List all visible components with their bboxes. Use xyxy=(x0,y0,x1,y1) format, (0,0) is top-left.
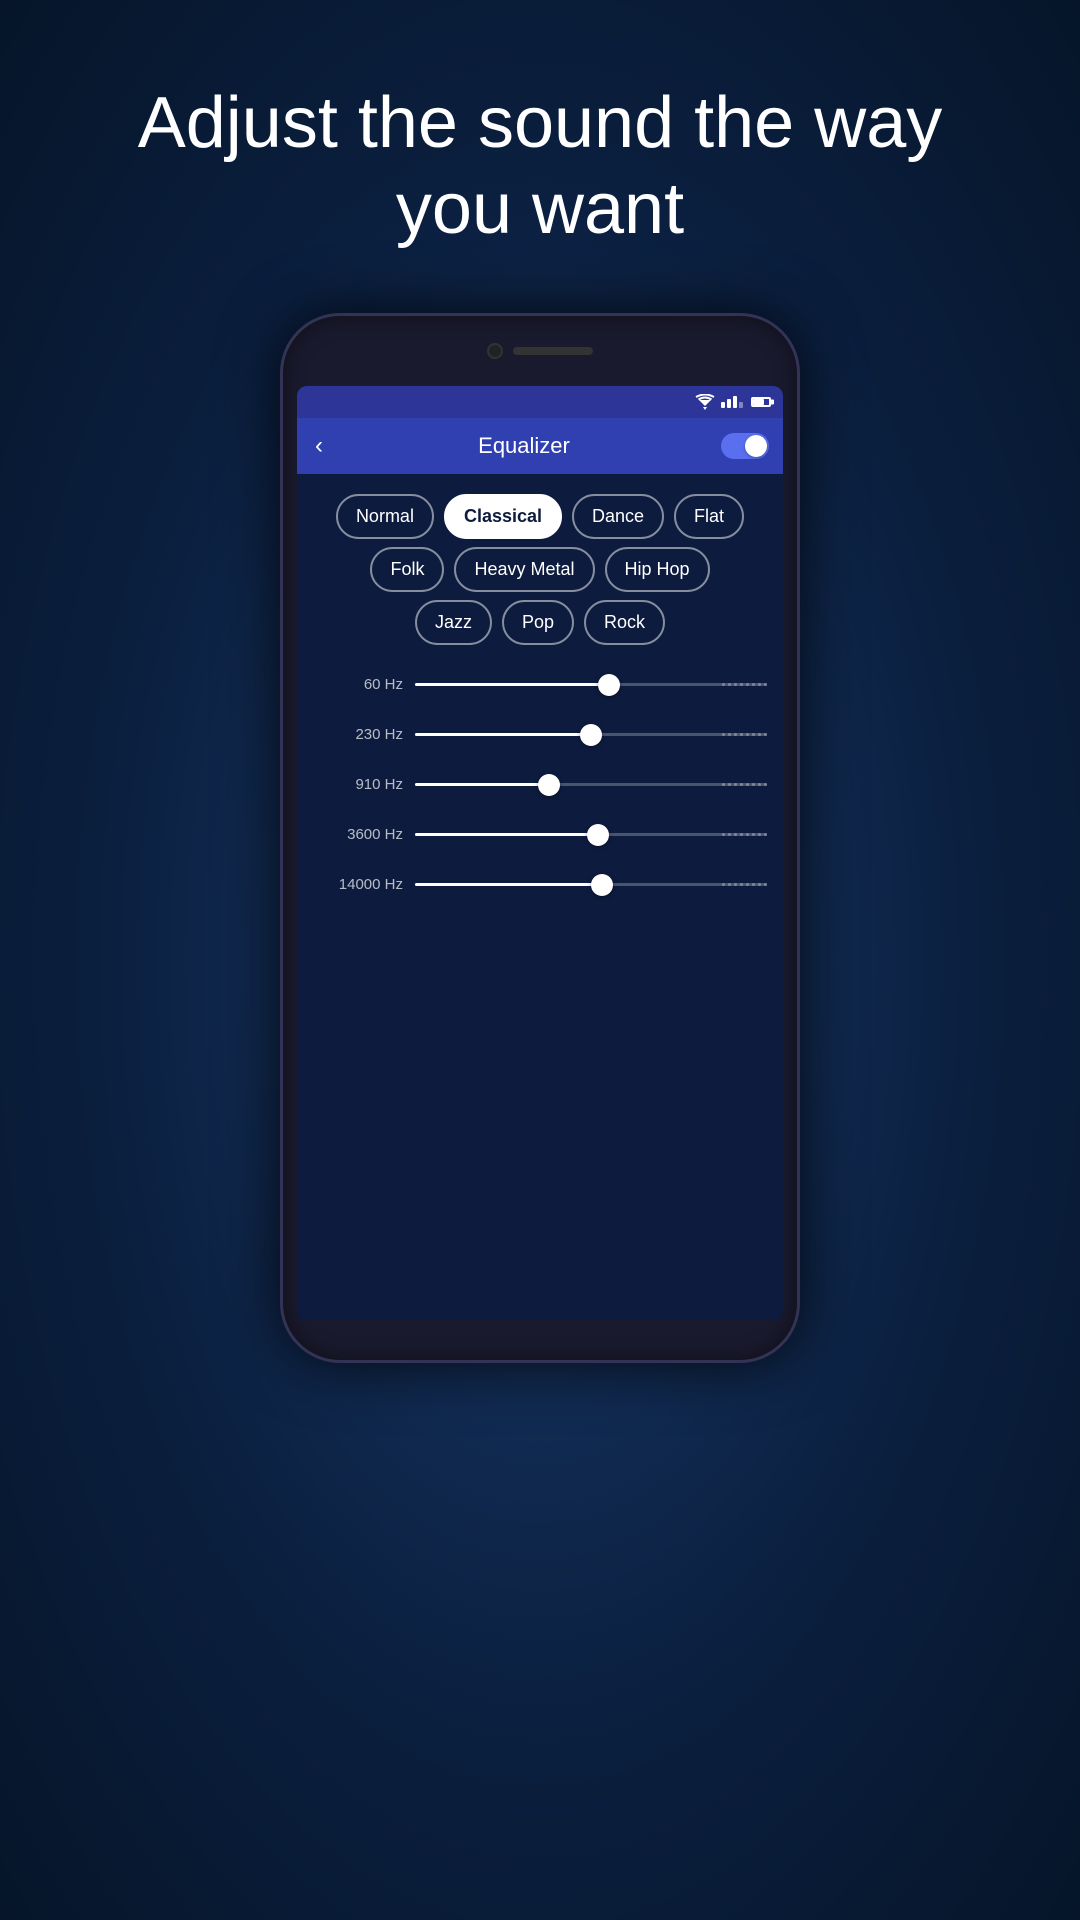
slider-label-14000hz: 14000 Hz xyxy=(313,876,403,893)
preset-jazz[interactable]: Jazz xyxy=(415,600,492,645)
phone-mockup: ‹ Equalizer Normal Classical Dance Flat … xyxy=(280,313,800,1363)
slider-dots xyxy=(722,833,767,836)
slider-filled xyxy=(415,683,609,686)
slider-910hz[interactable] xyxy=(415,775,767,795)
headline-line2: you want xyxy=(396,169,684,249)
slider-thumb[interactable] xyxy=(538,774,560,796)
slider-60hz[interactable] xyxy=(415,675,767,695)
slider-dots xyxy=(722,883,767,886)
app-title: Equalizer xyxy=(327,433,721,459)
phone-outer: ‹ Equalizer Normal Classical Dance Flat … xyxy=(280,313,800,1363)
speaker-grille xyxy=(513,347,593,355)
preset-heavy-metal[interactable]: Heavy Metal xyxy=(454,547,594,592)
preset-folk[interactable]: Folk xyxy=(370,547,444,592)
slider-label-3600hz: 3600 Hz xyxy=(313,826,403,843)
slider-thumb[interactable] xyxy=(591,874,613,896)
slider-filled xyxy=(415,883,602,886)
slider-dots xyxy=(722,733,767,736)
preset-dance[interactable]: Dance xyxy=(572,494,664,539)
slider-row-910hz: 910 Hz xyxy=(313,775,767,795)
eq-sliders: 60 Hz 230 Hz xyxy=(313,675,767,895)
headline-line1: Adjust the sound the way xyxy=(138,83,943,163)
slider-filled xyxy=(415,783,549,786)
equalizer-toggle[interactable] xyxy=(721,433,769,459)
slider-dots xyxy=(722,683,767,686)
phone-top-bar xyxy=(283,316,797,386)
preset-normal[interactable]: Normal xyxy=(336,494,434,539)
slider-label-230hz: 230 Hz xyxy=(313,726,403,743)
phone-screen: ‹ Equalizer Normal Classical Dance Flat … xyxy=(297,386,783,1320)
signal-icon xyxy=(721,396,743,408)
slider-filled xyxy=(415,733,591,736)
slider-3600hz[interactable] xyxy=(415,825,767,845)
preset-classical[interactable]: Classical xyxy=(444,494,562,539)
battery-icon xyxy=(751,397,771,407)
preset-flat[interactable]: Flat xyxy=(674,494,744,539)
slider-230hz[interactable] xyxy=(415,725,767,745)
preset-pop[interactable]: Pop xyxy=(502,600,574,645)
slider-row-3600hz: 3600 Hz xyxy=(313,825,767,845)
slider-thumb[interactable] xyxy=(580,724,602,746)
preset-row-1: Normal Classical Dance Flat xyxy=(313,494,767,539)
wifi-icon xyxy=(695,394,715,410)
eq-content: Normal Classical Dance Flat Folk Heavy M… xyxy=(297,474,783,1320)
page-headline: Adjust the sound the way you want xyxy=(90,80,990,253)
slider-thumb[interactable] xyxy=(587,824,609,846)
back-button[interactable]: ‹ xyxy=(311,428,327,464)
preset-row-2: Folk Heavy Metal Hip Hop xyxy=(313,547,767,592)
slider-label-60hz: 60 Hz xyxy=(313,676,403,693)
slider-row-14000hz: 14000 Hz xyxy=(313,875,767,895)
slider-row-60hz: 60 Hz xyxy=(313,675,767,695)
slider-filled xyxy=(415,833,598,836)
preset-rock[interactable]: Rock xyxy=(584,600,665,645)
app-bar: ‹ Equalizer xyxy=(297,418,783,474)
slider-label-910hz: 910 Hz xyxy=(313,776,403,793)
slider-thumb[interactable] xyxy=(598,674,620,696)
slider-14000hz[interactable] xyxy=(415,875,767,895)
slider-row-230hz: 230 Hz xyxy=(313,725,767,745)
slider-dots xyxy=(722,783,767,786)
camera-icon xyxy=(487,343,503,359)
preset-row-3: Jazz Pop Rock xyxy=(313,600,767,645)
preset-hip-hop[interactable]: Hip Hop xyxy=(605,547,710,592)
toggle-knob xyxy=(745,435,767,457)
status-bar xyxy=(297,386,783,418)
